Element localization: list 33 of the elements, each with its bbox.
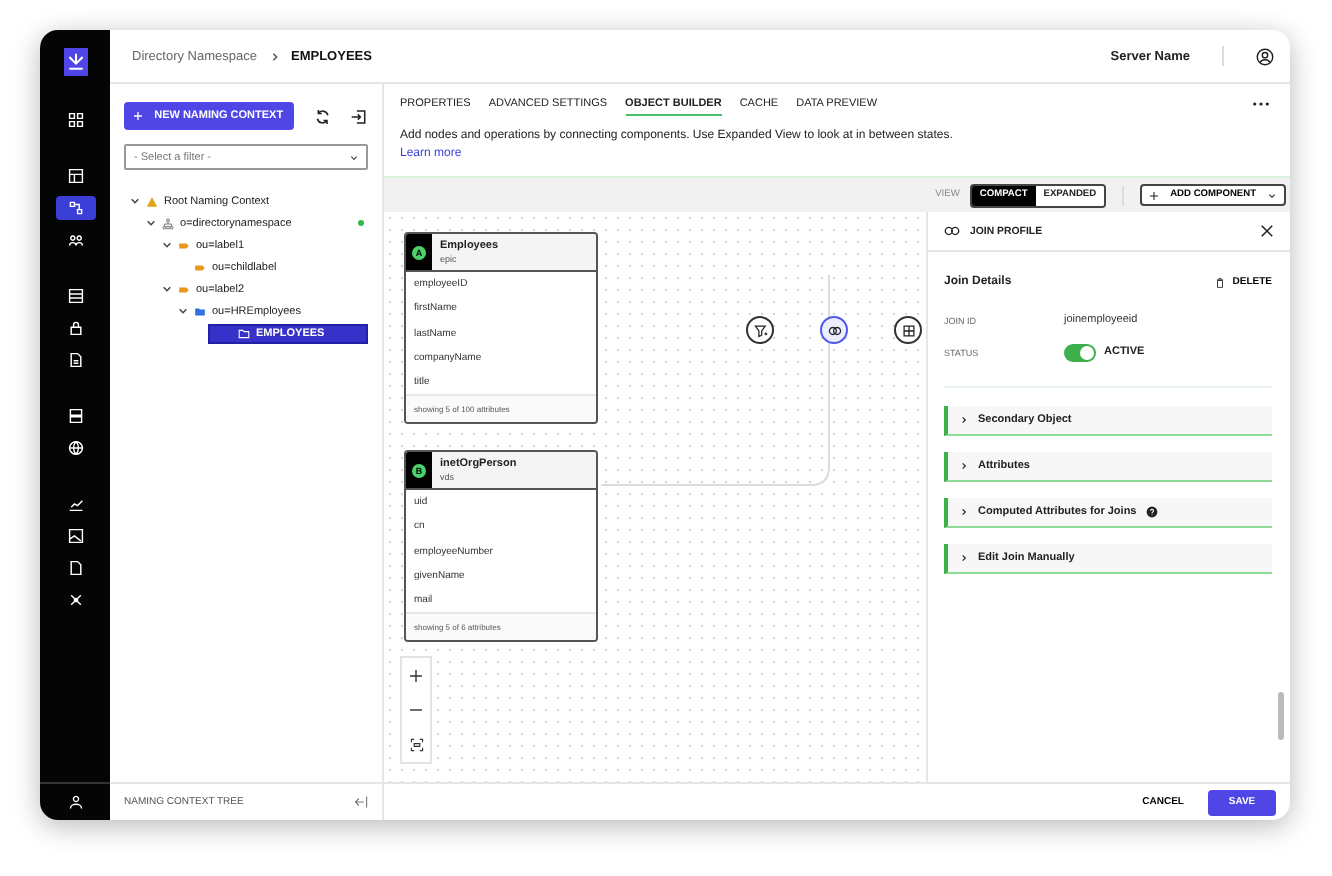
filter-node-icon[interactable] [746, 316, 774, 344]
fit-view-icon[interactable] [409, 737, 423, 751]
refresh-icon[interactable] [313, 107, 331, 125]
table-node-icon[interactable] [894, 316, 922, 344]
plus-icon [1150, 191, 1159, 199]
user-icon[interactable] [1256, 47, 1274, 65]
join-node-icon[interactable] [820, 316, 848, 344]
plus-icon [134, 112, 143, 120]
warning-icon [146, 195, 158, 207]
chevron-icon[interactable] [162, 284, 172, 294]
trash-icon [1216, 277, 1225, 287]
chevron-icon [269, 51, 279, 61]
hierarchy-icon [162, 217, 174, 229]
help-icon[interactable] [1146, 506, 1159, 518]
join-icon [944, 226, 960, 236]
close-icon[interactable] [1260, 224, 1274, 238]
zoom-in-icon[interactable] [410, 669, 422, 681]
caret-icon [1268, 191, 1276, 199]
export-icon[interactable] [350, 107, 368, 125]
more-icon[interactable] [1252, 100, 1270, 108]
folder-icon [194, 305, 206, 317]
nodes-icon[interactable] [55, 196, 95, 220]
chevron-icon[interactable] [146, 218, 156, 228]
folder-outline-icon [238, 327, 250, 339]
scrollbar-thumb[interactable] [1278, 692, 1284, 740]
zoom-out-icon[interactable] [410, 703, 422, 715]
chevron-icon[interactable] [130, 196, 140, 206]
logo-icon [63, 48, 87, 76]
collapse-panel-icon[interactable] [354, 796, 368, 808]
status-toggle[interactable] [1064, 343, 1096, 361]
chevron-icon[interactable] [178, 306, 188, 316]
chevron-icon[interactable] [162, 240, 172, 250]
dropdown-caret-icon [350, 153, 358, 161]
